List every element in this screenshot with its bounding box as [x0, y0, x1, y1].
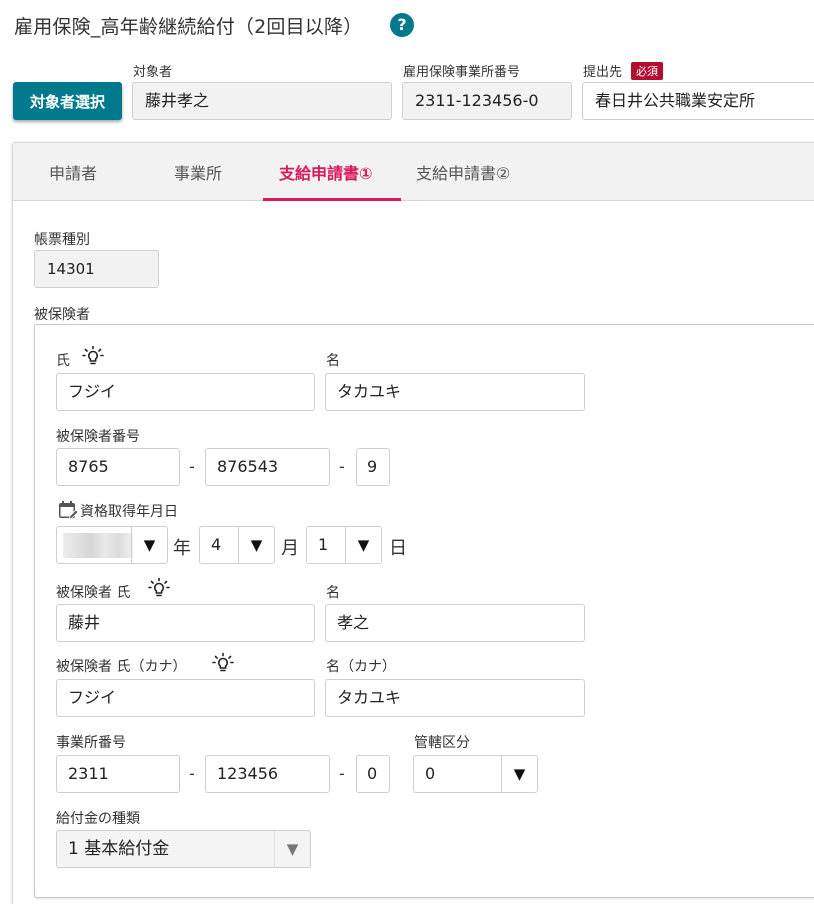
year-unit: 年 [173, 538, 191, 559]
submit-to-label: 提出先 必須 [583, 61, 664, 80]
dash-separator: - [339, 457, 345, 476]
insured-surname-label: 被保険者 氏 [56, 585, 131, 601]
insured-number-part2-input[interactable]: 876543 [205, 448, 330, 486]
lightbulb-icon[interactable] [148, 577, 170, 599]
insured-section-label: 被保険者 [34, 307, 90, 323]
insured-number-label: 被保険者番号 [56, 429, 140, 445]
active-tab-indicator [263, 198, 401, 201]
insured-surname-kana-input[interactable]: フジイ [56, 679, 315, 717]
form-type-label: 帳票種別 [34, 232, 90, 248]
dash-separator: - [189, 764, 195, 783]
month-select[interactable]: 4 ▼ [199, 526, 275, 564]
calendar-edit-icon [57, 499, 79, 525]
office-number-part1-input[interactable]: 2311 [56, 755, 180, 793]
given-name-input[interactable]: タカユキ [325, 373, 585, 411]
insured-surname-kana-label: 被保険者 氏（カナ） [56, 659, 187, 675]
office-number-label: 雇用保険事業所番号 [403, 65, 521, 80]
surname-input[interactable]: フジイ [56, 373, 315, 411]
insured-given-kana-input[interactable]: タカユキ [325, 679, 585, 717]
jurisdiction-value: 0 [425, 764, 436, 783]
office-number-part2-input[interactable]: 123456 [205, 755, 330, 793]
lightbulb-icon[interactable] [82, 345, 104, 367]
chevron-down-icon: ▼ [501, 756, 537, 792]
day-value: 1 [318, 535, 329, 554]
given-label: 名 [326, 353, 340, 369]
tab-application-1[interactable]: 支給申請書① [279, 160, 373, 184]
tab-applicant[interactable]: 申請者 [49, 160, 97, 184]
tab-bar [13, 143, 814, 201]
form-type-field: 14301 [34, 250, 159, 288]
insured-given-label: 名 [326, 585, 340, 601]
chevron-down-icon: ▼ [238, 527, 274, 563]
benefit-type-value: 1 基本給付金 [68, 839, 170, 859]
page-title: 雇用保険_高年齢継続給付（2回目以降） [14, 16, 363, 38]
tab-application-2[interactable]: 支給申請書② [416, 160, 510, 184]
office-number-field: 2311-123456-0 [402, 82, 572, 120]
insured-number-check-input[interactable]: 9 [356, 448, 390, 486]
tab-office[interactable]: 事業所 [174, 160, 222, 184]
insured-surname-input[interactable]: 藤井 [56, 604, 315, 642]
target-field: 藤井孝之 [132, 82, 392, 120]
jurisdiction-label: 管轄区分 [414, 735, 470, 751]
insured-number-part1-input[interactable]: 8765 [56, 448, 180, 486]
chevron-down-icon: ▼ [131, 527, 167, 563]
month-unit: 月 [281, 538, 299, 559]
jurisdiction-select[interactable]: 0 ▼ [413, 755, 538, 793]
office-number-label: 事業所番号 [56, 735, 126, 751]
lightbulb-icon[interactable] [212, 652, 234, 674]
submit-to-label-text: 提出先 [583, 65, 623, 80]
chevron-down-icon: ▼ [274, 831, 310, 867]
month-value: 4 [211, 535, 222, 554]
benefit-type-label: 給付金の種類 [56, 811, 140, 827]
help-icon[interactable]: ? [390, 13, 414, 37]
office-number-check-input[interactable]: 0 [356, 755, 390, 793]
insured-given-kana-label: 名（カナ） [326, 659, 396, 675]
target-label: 対象者 [133, 65, 173, 80]
acquired-date-label: 資格取得年月日 [80, 504, 178, 520]
surname-label: 氏 [56, 353, 70, 369]
required-badge: 必須 [631, 62, 664, 80]
chevron-down-icon: ▼ [345, 527, 381, 563]
masked-year [63, 533, 133, 558]
submit-to-field[interactable]: 春日井公共職業安定所 [582, 82, 814, 120]
dash-separator: - [339, 764, 345, 783]
select-target-button[interactable]: 対象者選択 [13, 82, 122, 120]
day-select[interactable]: 1 ▼ [306, 526, 382, 564]
year-select[interactable]: ▼ [56, 526, 168, 564]
day-unit: 日 [389, 538, 407, 559]
insured-given-name-input[interactable]: 孝之 [325, 604, 585, 642]
dash-separator: - [189, 457, 195, 476]
benefit-type-select[interactable]: 1 基本給付金 ▼ [56, 830, 311, 868]
